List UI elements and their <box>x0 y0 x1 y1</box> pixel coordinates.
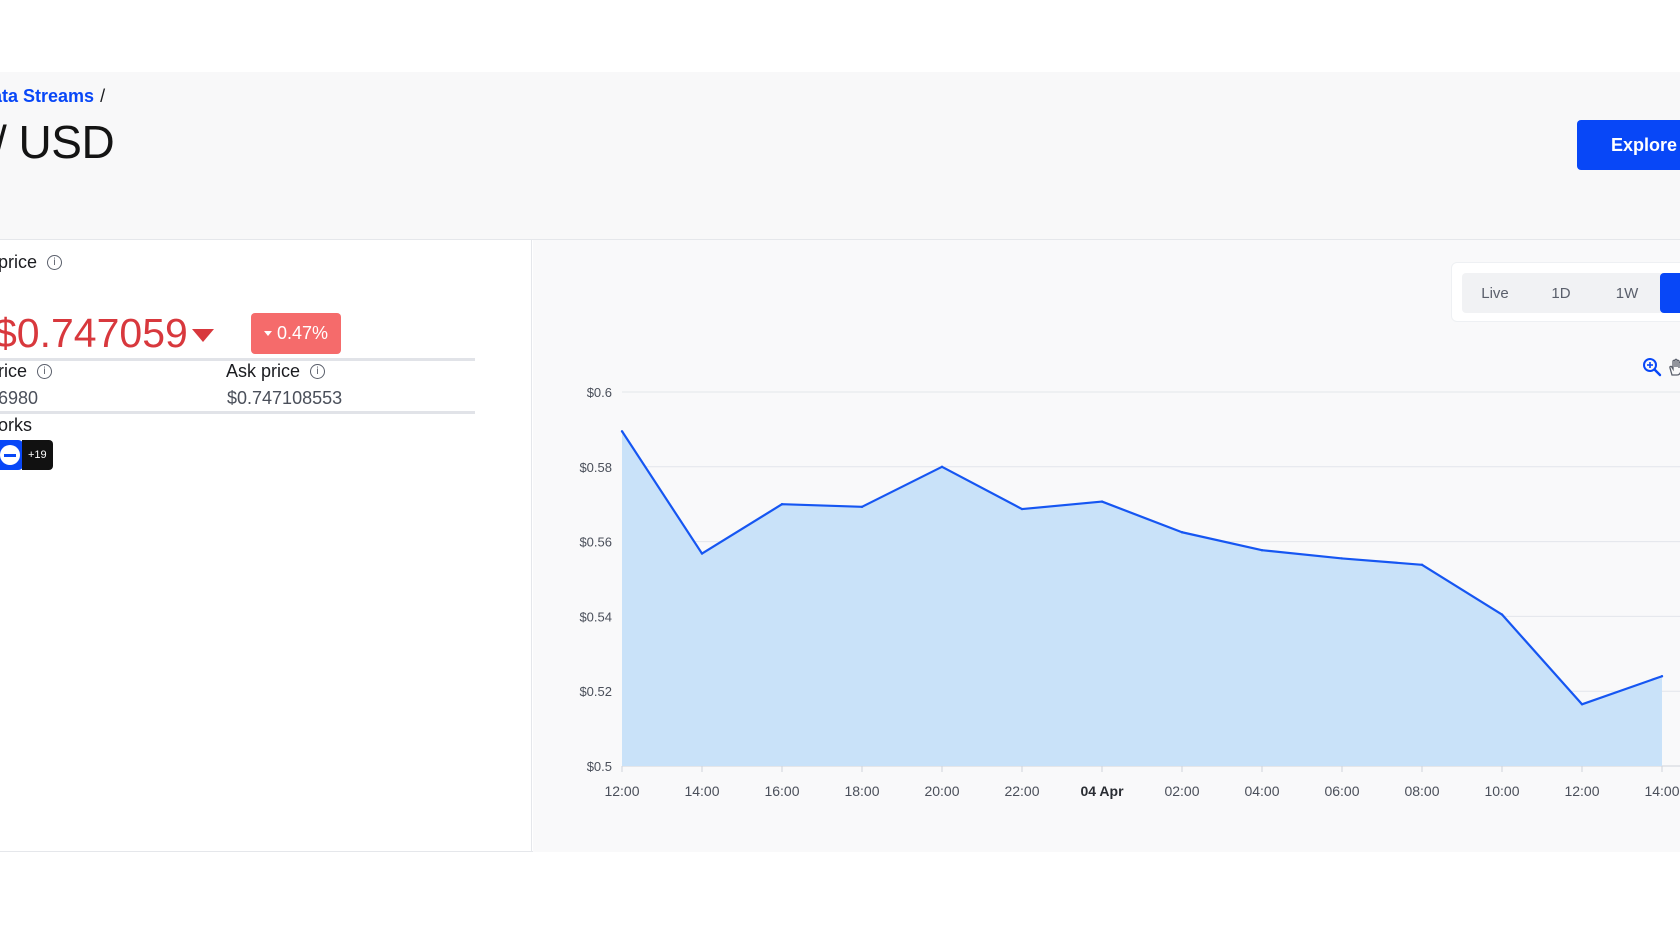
divider <box>0 411 475 414</box>
bid-price-value: 6980 <box>0 388 39 408</box>
change-badge: 0.47% <box>251 313 341 354</box>
caret-down-icon <box>191 329 214 342</box>
info-icon[interactable]: i <box>37 364 53 379</box>
network-chain-icon <box>0 440 24 470</box>
breadcrumb: ata Streams / <box>0 86 105 107</box>
y-tick-label: $0.58 <box>579 460 612 475</box>
info-icon[interactable]: i <box>310 364 326 379</box>
breadcrumb-separator: / <box>100 86 106 106</box>
x-tick-label: 12:00 <box>604 783 639 799</box>
mid-price: $0.747059 <box>0 310 214 357</box>
mid-price-label: price <box>0 252 38 272</box>
chart-x-axis: 12:00 14:00 16:00 18:00 20:00 22:00 04 Apr 02:0… <box>604 766 1680 799</box>
data-point <box>1020 507 1024 511</box>
data-point <box>1180 531 1184 534</box>
chart-area <box>622 431 1662 766</box>
price-panel: price i $0.747059 0.47% rice i Ask price… <box>0 240 532 852</box>
data-point <box>1260 549 1264 552</box>
page-title-text: / USD <box>0 116 115 168</box>
networks-label-row: orks <box>0 415 32 436</box>
page: ata Streams / / USD Explore price i $0.74… <box>0 0 1680 944</box>
x-tick-label: 18:00 <box>844 783 879 799</box>
ask-price-label: Ask price <box>226 361 301 381</box>
networks-more-count[interactable]: +19 <box>22 440 53 470</box>
bid-label-row: rice i <box>0 361 53 382</box>
data-point <box>780 503 784 506</box>
main-content: price i $0.747059 0.47% rice i Ask price… <box>0 240 1680 852</box>
x-tick-label: 02:00 <box>1164 783 1199 799</box>
mid-price-value: $0.747059 <box>0 310 188 356</box>
x-tick-label: 06:00 <box>1324 783 1359 799</box>
x-tick-label: 22:00 <box>1004 783 1039 799</box>
chart-y-axis: $0.5 $0.52 $0.54 $0.56 $0.58 $0.6 <box>579 385 612 774</box>
chart-panel: Live 1D 1W $0.5 $0.52 $0.54 $0.56 $0.58 … <box>533 240 1680 852</box>
info-icon[interactable]: i <box>47 255 63 270</box>
data-point <box>940 465 944 468</box>
network-chain-icon-inner <box>0 445 20 465</box>
mid-price-label-row: price i <box>0 252 63 273</box>
x-tick-label: 10:00 <box>1484 783 1519 799</box>
data-point <box>620 430 624 433</box>
data-point <box>1660 675 1664 678</box>
page-title: / USD <box>0 115 115 169</box>
y-tick-label: $0.6 <box>587 385 612 400</box>
y-tick-label: $0.52 <box>579 684 612 699</box>
explore-button[interactable]: Explore <box>1577 120 1680 170</box>
breadcrumb-link[interactable]: ata Streams <box>0 86 94 106</box>
x-tick-label: 04:00 <box>1244 783 1279 799</box>
data-point <box>1340 557 1344 560</box>
data-point <box>860 505 864 509</box>
data-point <box>1580 703 1584 706</box>
y-tick-label: $0.5 <box>587 759 612 774</box>
data-point <box>1420 563 1424 566</box>
x-tick-label: 20:00 <box>924 783 959 799</box>
data-point <box>1100 500 1104 503</box>
x-tick-label: 12:00 <box>1564 783 1599 799</box>
change-value: 0.47% <box>276 323 329 343</box>
network-chain-icon-bar <box>4 453 16 457</box>
y-tick-label: $0.56 <box>579 535 612 550</box>
x-tick-label: 08:00 <box>1404 783 1439 799</box>
x-tick-label: 14:00 <box>1644 783 1679 799</box>
ask-label-row: Ask price i <box>226 361 326 382</box>
x-tick-label: 14:00 <box>684 783 719 799</box>
header-band <box>0 72 1680 240</box>
badge-caret-down-icon <box>263 331 272 336</box>
price-chart[interactable]: $0.5$0.52$0.54$0.56$0.58$0.6 12:00 14:00 1… <box>533 240 1680 852</box>
y-tick-label: $0.54 <box>579 609 612 624</box>
x-tick-label: 04 Apr <box>1080 783 1124 799</box>
data-point <box>1500 613 1504 616</box>
networks-label: orks <box>0 415 33 435</box>
network-icons[interactable]: +19 <box>0 440 53 470</box>
bid-price-label: rice <box>0 361 28 381</box>
ask-price-value: $0.747108553 <box>227 388 343 408</box>
x-tick-label: 16:00 <box>764 783 799 799</box>
data-point <box>700 552 704 555</box>
